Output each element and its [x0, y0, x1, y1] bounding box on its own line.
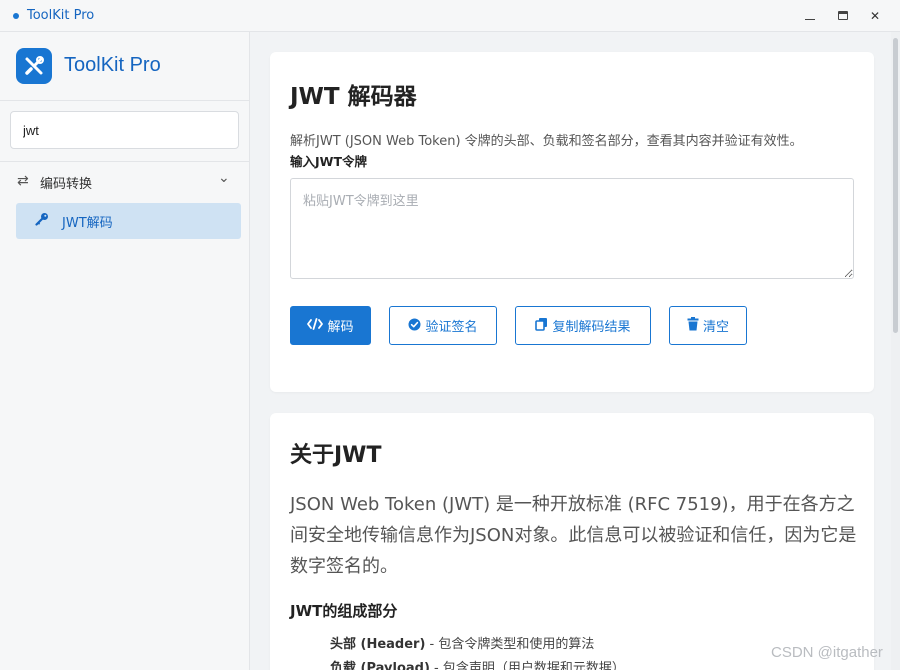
about-paragraph: JSON Web Token (JWT) 是一种开放标准 (RFC 7519)，… [290, 494, 857, 577]
decode-label: 解码 [327, 320, 354, 335]
about-jwt-card: 关于JWT JSON Web Token (JWT) 是一种开放标准 (RFC … [270, 413, 874, 670]
clear-button[interactable]: 清空 [669, 306, 747, 345]
part-desc: - 包含声明（用户数据和元数据） [429, 661, 625, 670]
swap-icon: ⇄ [17, 173, 29, 189]
check-circle-icon [408, 318, 421, 334]
code-icon [307, 318, 324, 333]
page-title: JWT 解码器 [290, 84, 417, 110]
sidebar-item-label: JWT解码 [62, 216, 113, 231]
copy-result-button[interactable]: 复制解码结果 [515, 306, 651, 345]
part-name: 负载 (Payload) [330, 661, 430, 670]
trash-icon [687, 317, 699, 334]
main-scrollbar[interactable] [891, 32, 900, 670]
input-label: 输入JWT令牌 [290, 154, 367, 169]
about-title: 关于JWT [290, 443, 382, 468]
jwt-token-input[interactable] [290, 178, 854, 279]
sidebar-item-jwt-decode[interactable]: JWT解码 [16, 203, 241, 239]
maximize-icon [838, 11, 848, 20]
window-titlebar: ToolKit Pro ✕ [0, 0, 900, 32]
maximize-button[interactable] [834, 7, 852, 25]
verify-signature-button[interactable]: 验证签名 [389, 306, 497, 345]
scroll-thumb[interactable] [893, 38, 898, 333]
watermark: CSDN @itgather [771, 644, 883, 661]
decoder-description: 解析JWT (JSON Web Token) 令牌的头部、负载和签名部分，查看其… [290, 134, 803, 149]
main-content: JWT 解码器 解析JWT (JSON Web Token) 令牌的头部、负载和… [250, 32, 900, 670]
verify-label: 验证签名 [425, 320, 478, 335]
brand: ToolKit Pro [0, 32, 249, 101]
copy-label: 复制解码结果 [552, 320, 631, 335]
minimize-button[interactable] [801, 7, 819, 25]
chevron-down-icon[interactable]: ⌄ [218, 170, 230, 186]
category-label: 编码转换 [40, 177, 93, 192]
close-icon: ✕ [869, 9, 881, 23]
decode-button[interactable]: 解码 [290, 306, 371, 345]
sidebar: ToolKit Pro ⇄ 编码转换 ⌄ JWT解码 [0, 32, 250, 670]
window-title: ToolKit Pro [27, 8, 95, 23]
key-icon [35, 212, 49, 230]
part-desc: - 包含令牌类型和使用的算法 [425, 637, 595, 652]
list-item: 负载 (Payload) - 包含声明（用户数据和元数据） [330, 657, 625, 670]
copy-icon [535, 317, 548, 334]
brand-name: ToolKit Pro [64, 54, 161, 76]
app-icon [13, 13, 19, 19]
tools-icon [16, 48, 52, 84]
minimize-icon [805, 19, 815, 20]
jwt-decoder-card: JWT 解码器 解析JWT (JSON Web Token) 令牌的头部、负载和… [270, 52, 874, 392]
part-name: 头部 (Header) [330, 637, 426, 652]
parts-title: JWT的组成部分 [290, 602, 398, 620]
list-item: 头部 (Header) - 包含令牌类型和使用的算法 [330, 633, 594, 652]
close-button[interactable]: ✕ [866, 7, 884, 25]
clear-label: 清空 [702, 320, 729, 335]
search-input[interactable] [10, 111, 239, 149]
category-encoding[interactable]: ⇄ 编码转换 ⌄ [0, 161, 249, 199]
